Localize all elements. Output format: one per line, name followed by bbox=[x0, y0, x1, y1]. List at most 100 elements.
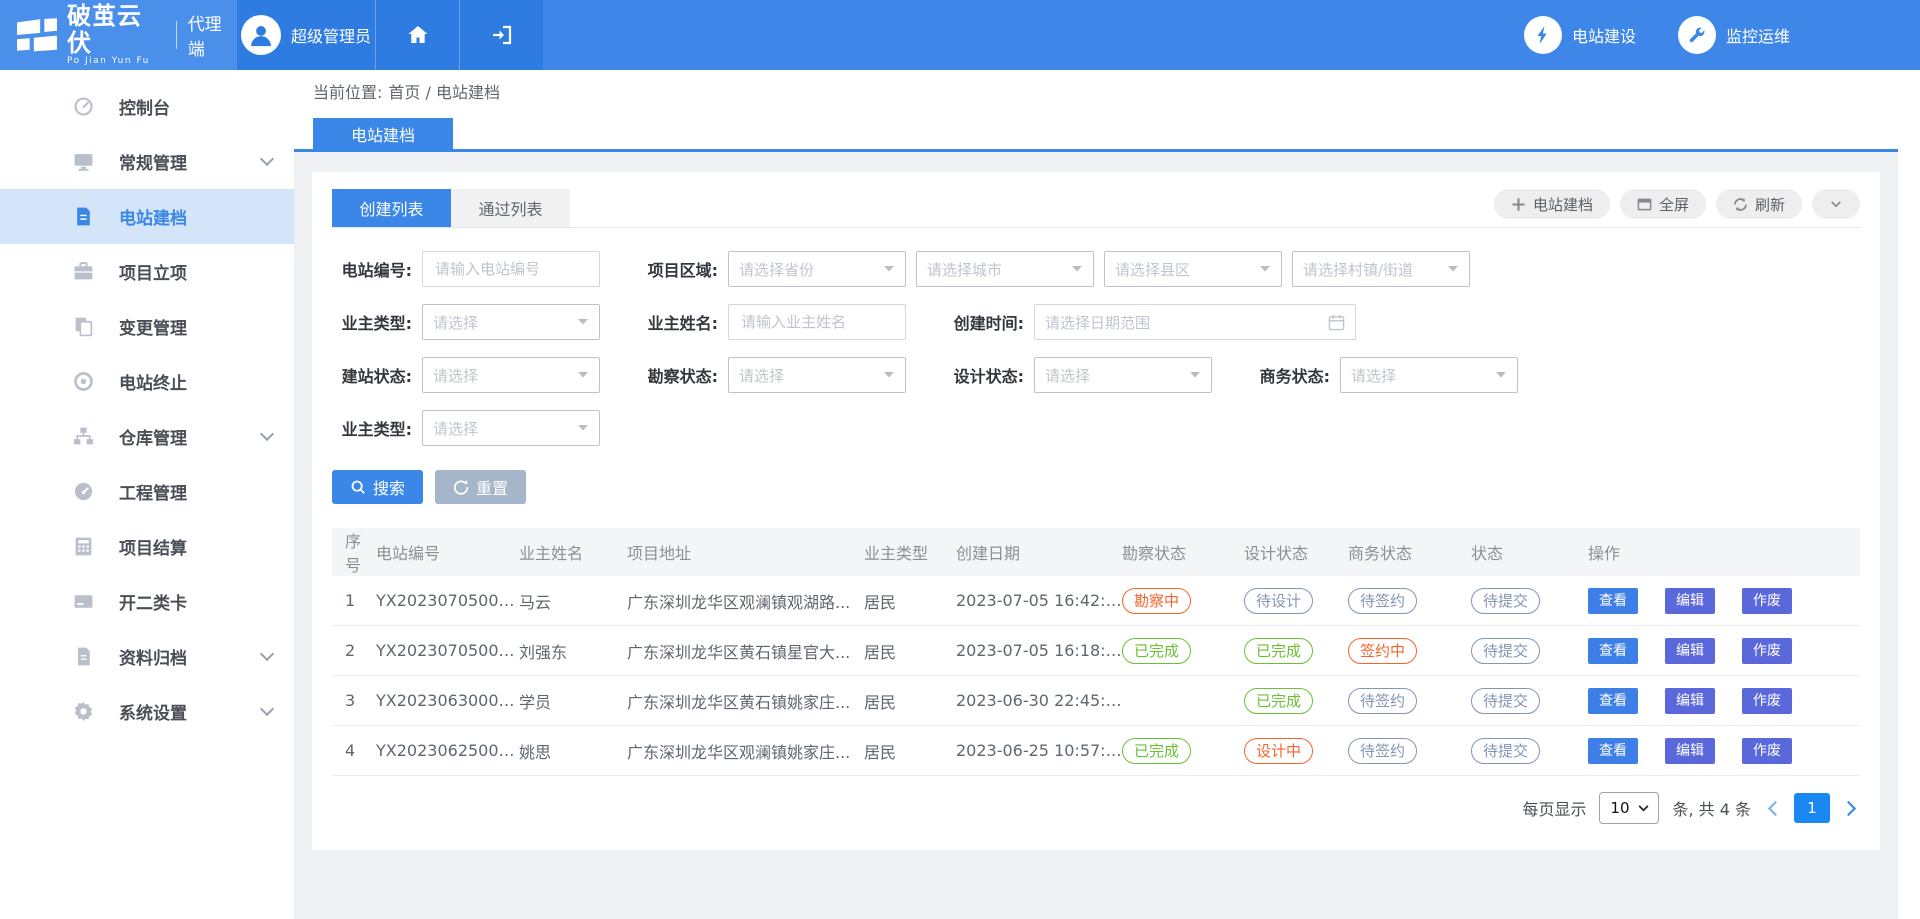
status-badge: 已完成 bbox=[1122, 638, 1191, 664]
header-nav-station-build[interactable]: 电站建设 bbox=[1524, 16, 1636, 54]
sidebar-item-console[interactable]: 控制台 bbox=[0, 79, 294, 134]
per-page-select[interactable]: 10 bbox=[1599, 792, 1659, 824]
per-page-value: 10 bbox=[1610, 799, 1629, 817]
sidebar-item-label: 项目立项 bbox=[119, 259, 187, 284]
logout-button[interactable] bbox=[459, 0, 543, 70]
select-placeholder: 请选择 bbox=[433, 365, 478, 386]
sidebar-item-change-mgmt[interactable]: 变更管理 bbox=[0, 299, 294, 354]
edit-button[interactable]: 编辑 bbox=[1665, 638, 1715, 664]
app: 破茧云伏 Po Jian Yun Fu 代理端 超级管理员 电站建设 监控运维 控… bbox=[0, 0, 1920, 919]
filter-select-business-status[interactable]: 请选择 bbox=[1340, 357, 1518, 393]
sidebar-item-general-mgmt[interactable]: 常规管理 bbox=[0, 134, 294, 189]
caret-down-icon bbox=[1495, 371, 1507, 379]
logo: 破茧云伏 Po Jian Yun Fu 代理端 bbox=[0, 0, 237, 70]
next-page-button[interactable] bbox=[1843, 800, 1860, 817]
view-button[interactable]: 查看 bbox=[1588, 688, 1638, 714]
page-tab-station-archive[interactable]: 电站建档 bbox=[313, 118, 453, 149]
caret-down-icon bbox=[1259, 265, 1271, 273]
list-panel: 创建列表通过列表 电站建档全屏刷新 电站编号:项目区域:请选择省份请选择城市请选… bbox=[312, 172, 1880, 850]
filter-input-station-code[interactable] bbox=[422, 251, 600, 287]
edit-button[interactable]: 编辑 bbox=[1665, 588, 1715, 614]
sidebar-item-system-settings[interactable]: 系统设置 bbox=[0, 684, 294, 739]
filter-input-owner-name-field[interactable] bbox=[739, 312, 895, 332]
filter-group-create-time: 创建时间:请选择日期范围 bbox=[944, 304, 1356, 340]
edit-button[interactable]: 编辑 bbox=[1665, 738, 1715, 764]
filter-select-owner-type[interactable]: 请选择 bbox=[422, 304, 600, 340]
sidebar-item-station-archive[interactable]: 电站建档 bbox=[0, 189, 294, 244]
cell-owner-type: 居民 bbox=[864, 676, 956, 726]
caret-down-icon bbox=[1189, 371, 1201, 379]
column-header: 电站编号 bbox=[376, 528, 519, 576]
sidebar-item-engineering-mgmt[interactable]: 工程管理 bbox=[0, 464, 294, 519]
filter-select-design-status[interactable]: 请选择 bbox=[1034, 357, 1212, 393]
status-badge: 待签约 bbox=[1348, 688, 1417, 714]
cell-owner-name: 刘强东 bbox=[519, 626, 627, 676]
sidebar-item-type2-card[interactable]: 开二类卡 bbox=[0, 574, 294, 629]
header-nav-monitor-ops[interactable]: 监控运维 bbox=[1678, 16, 1790, 54]
filter-select-town[interactable]: 请选择村镇/街道 bbox=[1292, 251, 1470, 287]
filter-select-district[interactable]: 请选择县区 bbox=[1104, 251, 1282, 287]
reset-button[interactable]: 重置 bbox=[435, 470, 526, 504]
home-button[interactable] bbox=[375, 0, 459, 70]
reset-icon bbox=[453, 479, 469, 495]
view-button[interactable]: 查看 bbox=[1588, 588, 1638, 614]
filter-group-owner-type-2: 业主类型:请选择 bbox=[332, 410, 600, 446]
toolbar-create-station-button[interactable]: 电站建档 bbox=[1494, 189, 1610, 219]
filter-select-build-status[interactable]: 请选择 bbox=[422, 357, 600, 393]
status-badge: 勘察中 bbox=[1122, 588, 1191, 614]
void-button[interactable]: 作废 bbox=[1742, 738, 1792, 764]
cell-station-code: YX2023070500010 bbox=[376, 626, 519, 676]
logout-icon bbox=[490, 23, 514, 47]
filter-group-station-code: 电站编号: bbox=[332, 251, 600, 287]
toolbar-refresh-button[interactable]: 刷新 bbox=[1716, 189, 1802, 219]
caret-down-icon bbox=[577, 424, 589, 432]
cell-survey-status: 已完成 bbox=[1122, 726, 1244, 776]
cell-business-status: 待签约 bbox=[1348, 726, 1471, 776]
toolbar-collapse-button[interactable] bbox=[1812, 189, 1860, 219]
void-button[interactable]: 作废 bbox=[1742, 638, 1792, 664]
filter-select-province[interactable]: 请选择省份 bbox=[728, 251, 906, 287]
filter-select-city[interactable]: 请选择城市 bbox=[916, 251, 1094, 287]
filter-input-station-code-field[interactable] bbox=[433, 259, 589, 279]
toolbar-fullscreen-button[interactable]: 全屏 bbox=[1620, 189, 1706, 219]
view-button[interactable]: 查看 bbox=[1588, 638, 1638, 664]
filter-group-owner-type: 业主类型:请选择 bbox=[332, 304, 600, 340]
current-page-button[interactable]: 1 bbox=[1794, 793, 1830, 823]
tab-approved-list[interactable]: 通过列表 bbox=[451, 189, 570, 227]
sidebar: 控制台常规管理电站建档项目立项变更管理电站终止仓库管理工程管理项目结算开二类卡资… bbox=[0, 70, 294, 919]
user-avatar-icon bbox=[241, 15, 281, 55]
edit-button[interactable]: 编辑 bbox=[1665, 688, 1715, 714]
logo-icon bbox=[16, 18, 58, 52]
sidebar-item-warehouse-mgmt[interactable]: 仓库管理 bbox=[0, 409, 294, 464]
void-button[interactable]: 作废 bbox=[1742, 588, 1792, 614]
portal-label: 代理端 bbox=[176, 21, 237, 49]
search-button[interactable]: 搜索 bbox=[332, 470, 423, 504]
prev-page-button[interactable] bbox=[1764, 800, 1781, 817]
cell-station-code: YX2023063000009 bbox=[376, 676, 519, 726]
user-menu[interactable]: 超级管理员 bbox=[237, 0, 375, 70]
column-header: 设计状态 bbox=[1244, 528, 1348, 576]
main-content: 当前位置: 首页 / 电站建档 电站建档 创建列表通过列表 电站建档全屏刷新 电… bbox=[294, 70, 1898, 919]
filter-select-owner-type-2[interactable]: 请选择 bbox=[422, 410, 600, 446]
header-nav-label: 电站建设 bbox=[1572, 23, 1636, 47]
void-button[interactable]: 作废 bbox=[1742, 688, 1792, 714]
filter-input-owner-name[interactable] bbox=[728, 304, 906, 340]
caret-down-icon bbox=[577, 318, 589, 326]
sidebar-item-project-initiation[interactable]: 项目立项 bbox=[0, 244, 294, 299]
scrollbar-track[interactable] bbox=[1898, 70, 1920, 919]
sidebar-item-data-archive[interactable]: 资料归档 bbox=[0, 629, 294, 684]
column-header: 业主类型 bbox=[864, 528, 956, 576]
filter-select-survey-status[interactable]: 请选择 bbox=[728, 357, 906, 393]
breadcrumb-path: 首页 / 电站建档 bbox=[388, 79, 500, 103]
sidebar-item-project-settlement[interactable]: 项目结算 bbox=[0, 519, 294, 574]
column-header: 状态 bbox=[1471, 528, 1588, 576]
filter-label-station-code: 电站编号: bbox=[332, 257, 412, 281]
calendar-icon bbox=[1328, 314, 1345, 331]
breadcrumb-prefix: 当前位置: bbox=[313, 79, 382, 103]
view-button[interactable]: 查看 bbox=[1588, 738, 1638, 764]
cell-address: 广东深圳龙华区黄石镇姚家庄... bbox=[627, 676, 864, 726]
select-placeholder: 请选择县区 bbox=[1115, 259, 1190, 280]
sidebar-item-station-termination[interactable]: 电站终止 bbox=[0, 354, 294, 409]
filter-date-create-time[interactable]: 请选择日期范围 bbox=[1034, 304, 1356, 340]
tab-create-list[interactable]: 创建列表 bbox=[332, 189, 451, 227]
